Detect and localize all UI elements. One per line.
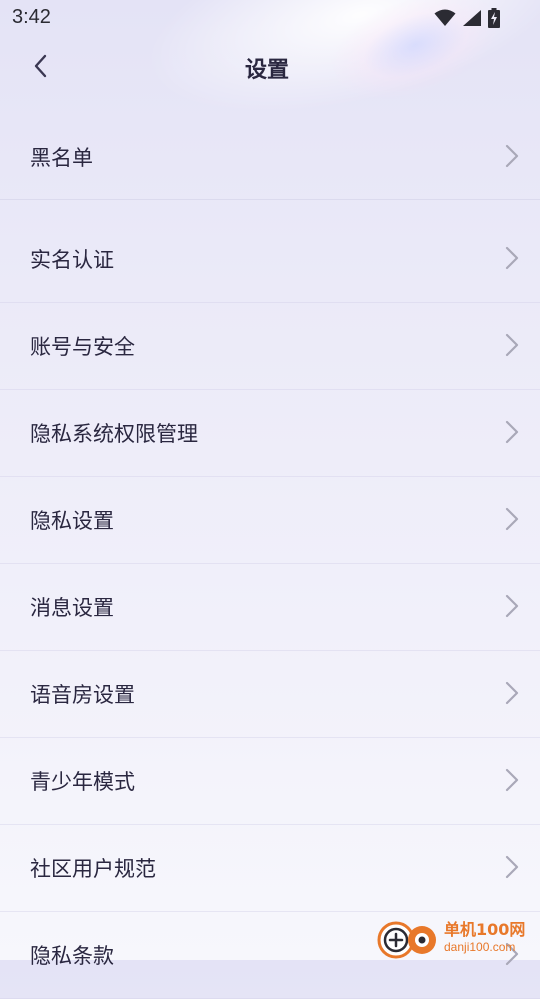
chevron-right-icon bbox=[504, 506, 520, 532]
menu-item-voice-room-settings[interactable]: 语音房设置 bbox=[0, 651, 540, 738]
menu-item-label: 账号与安全 bbox=[30, 335, 135, 359]
status-time: 3:42 bbox=[12, 6, 51, 28]
chevron-right-icon bbox=[504, 854, 520, 880]
chevron-right-icon bbox=[504, 680, 520, 706]
header: 设置 bbox=[0, 40, 540, 96]
menu-item-label: 黑名单 bbox=[30, 146, 93, 170]
menu-item-label: 消息设置 bbox=[30, 596, 114, 620]
watermark-text: 单机100网 danji100.com bbox=[444, 919, 526, 954]
settings-list: 黑名单 实名认证 账号与安全 隐私系统权限管理 隐私设置 消息设置 语音房设置 … bbox=[0, 114, 540, 999]
chevron-right-icon bbox=[504, 419, 520, 445]
menu-item-label: 隐私系统权限管理 bbox=[30, 422, 198, 446]
chevron-right-icon bbox=[504, 332, 520, 358]
menu-item-label: 社区用户规范 bbox=[30, 857, 156, 881]
menu-item-label: 隐私设置 bbox=[30, 509, 114, 533]
menu-item-message-settings[interactable]: 消息设置 bbox=[0, 564, 540, 651]
menu-item-system-permissions[interactable]: 隐私系统权限管理 bbox=[0, 390, 540, 477]
menu-item-label: 语音房设置 bbox=[30, 683, 135, 707]
wifi-icon bbox=[434, 9, 456, 31]
chevron-right-icon bbox=[504, 245, 520, 271]
chevron-right-icon bbox=[504, 767, 520, 793]
status-icons bbox=[434, 8, 500, 32]
battery-charging-icon bbox=[488, 8, 500, 32]
menu-item-label: 隐私条款 bbox=[30, 944, 114, 968]
menu-item-community-guidelines[interactable]: 社区用户规范 bbox=[0, 825, 540, 912]
watermark-brand-en: danji100.com bbox=[444, 939, 516, 954]
menu-item-label: 青少年模式 bbox=[30, 770, 135, 794]
menu-item-teen-mode[interactable]: 青少年模式 bbox=[0, 738, 540, 825]
menu-item-real-name-verification[interactable]: 实名认证 bbox=[0, 216, 540, 303]
menu-item-label: 实名认证 bbox=[30, 248, 114, 272]
chevron-right-icon bbox=[504, 593, 520, 619]
menu-item-privacy-settings[interactable]: 隐私设置 bbox=[0, 477, 540, 564]
menu-item-blacklist[interactable]: 黑名单 bbox=[0, 114, 540, 200]
cell-signal-icon bbox=[462, 9, 482, 31]
menu-item-account-security[interactable]: 账号与安全 bbox=[0, 303, 540, 390]
status-bar: 3:42 bbox=[0, 0, 540, 36]
chevron-right-icon bbox=[504, 143, 520, 169]
watermark-logo-icon bbox=[376, 914, 442, 960]
watermark-brand-cn: 单机100网 bbox=[444, 919, 526, 939]
watermark: 单机100网 danji100.com bbox=[376, 914, 536, 960]
page-title: 设置 bbox=[244, 58, 289, 83]
